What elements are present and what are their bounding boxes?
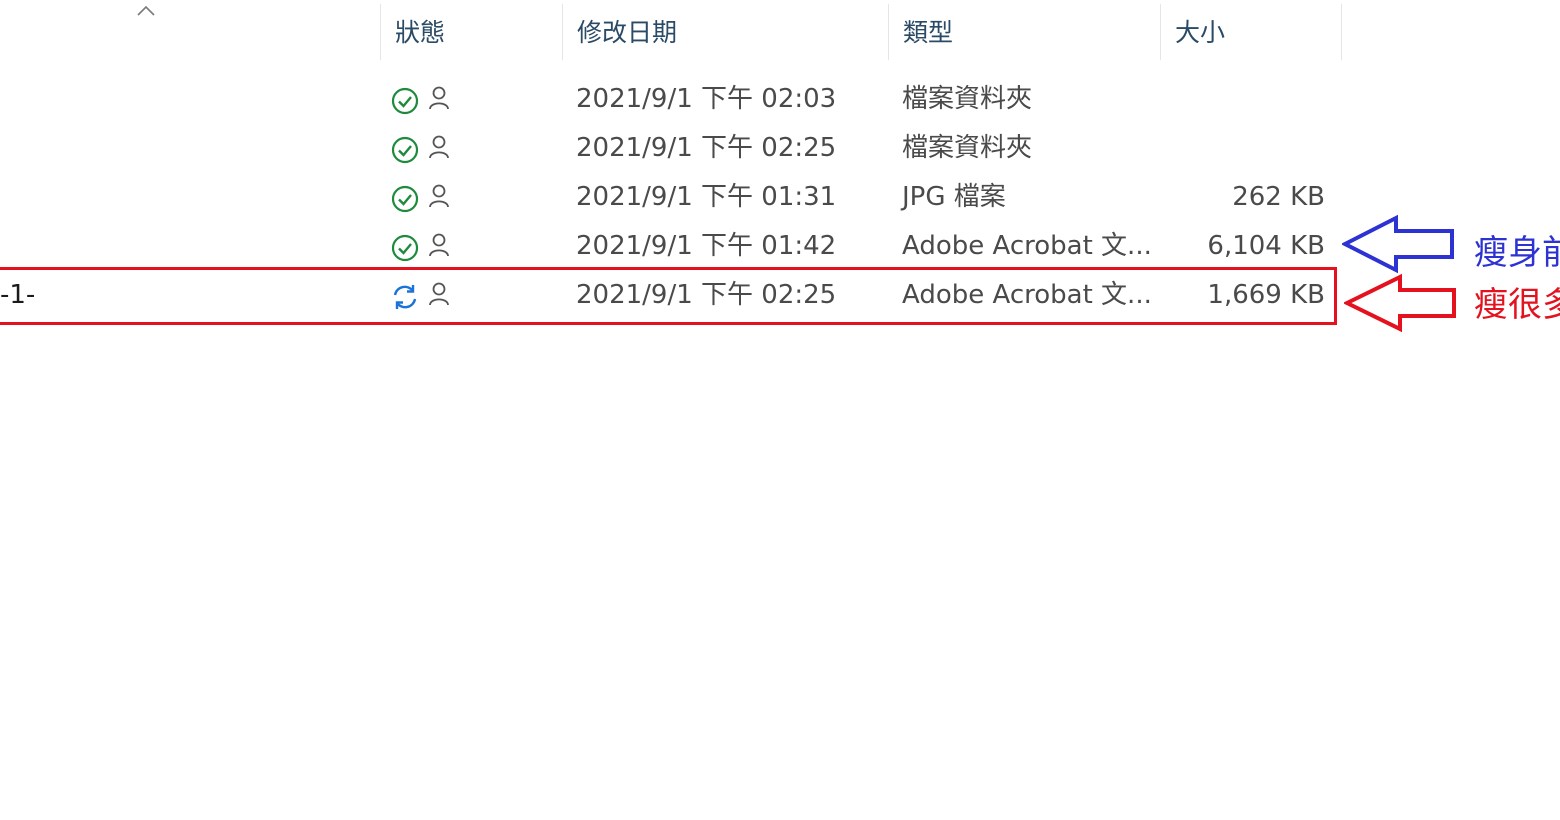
shared-user-icon bbox=[429, 86, 449, 110]
modified-date: 2021/9/1 下午 02:03 bbox=[576, 84, 837, 114]
modified-date: 2021/9/1 下午 02:25 bbox=[576, 133, 837, 163]
file-row[interactable]: 2021/9/1 下午 02:25 檔案資料夾 bbox=[0, 124, 1340, 173]
file-size: 6,104 KB bbox=[1207, 231, 1325, 261]
file-size bbox=[1160, 75, 1325, 124]
after-note: 瘦很多 bbox=[1474, 285, 1560, 325]
sync-complete-icon bbox=[391, 185, 419, 213]
highlight-box bbox=[0, 267, 1337, 325]
modified-date: 2021/9/1 下午 01:31 bbox=[576, 182, 837, 212]
file-size: 262 KB bbox=[1232, 182, 1325, 212]
status-cell bbox=[390, 222, 462, 271]
status-cell bbox=[390, 75, 462, 124]
file-type: 檔案資料夾 bbox=[902, 133, 1033, 163]
sync-complete-icon bbox=[391, 234, 419, 262]
blue-arrow-icon bbox=[1342, 214, 1454, 274]
sync-complete-icon bbox=[391, 87, 419, 115]
sync-complete-icon bbox=[391, 136, 419, 164]
file-type: JPG 檔案 bbox=[902, 182, 1006, 212]
file-size bbox=[1160, 124, 1325, 173]
red-arrow-icon bbox=[1344, 273, 1456, 333]
file-row[interactable]: 2021/9/1 下午 02:03 檔案資料夾 bbox=[0, 75, 1340, 124]
column-header-modified[interactable]: 修改日期 bbox=[563, 0, 888, 64]
status-cell bbox=[390, 124, 462, 173]
before-note: 瘦身前 bbox=[1474, 233, 1560, 273]
file-explorer-list: 狀態 修改日期 類型 大小 2021/9/1 下午 02:03 檔案資料夾 20… bbox=[0, 0, 1560, 820]
shared-user-icon bbox=[429, 184, 449, 208]
modified-date: 2021/9/1 下午 01:42 bbox=[576, 231, 837, 261]
file-type: 檔案資料夾 bbox=[902, 84, 1033, 114]
shared-user-icon bbox=[429, 233, 449, 257]
file-type: Adobe Acrobat 文... bbox=[902, 231, 1152, 261]
shared-user-icon bbox=[429, 135, 449, 159]
file-row[interactable]: 2021/9/1 下午 01:31 JPG 檔案 262 KB bbox=[0, 173, 1340, 222]
column-header-status[interactable]: 狀態 bbox=[381, 0, 562, 64]
column-divider[interactable] bbox=[1341, 4, 1342, 60]
file-row[interactable]: 2021/9/1 下午 01:42 Adobe Acrobat 文... 6,1… bbox=[0, 222, 1340, 271]
column-header-size[interactable]: 大小 bbox=[1161, 0, 1341, 64]
column-header-type[interactable]: 類型 bbox=[889, 0, 1160, 64]
status-cell bbox=[390, 173, 462, 222]
sort-ascending-icon[interactable] bbox=[136, 2, 156, 18]
